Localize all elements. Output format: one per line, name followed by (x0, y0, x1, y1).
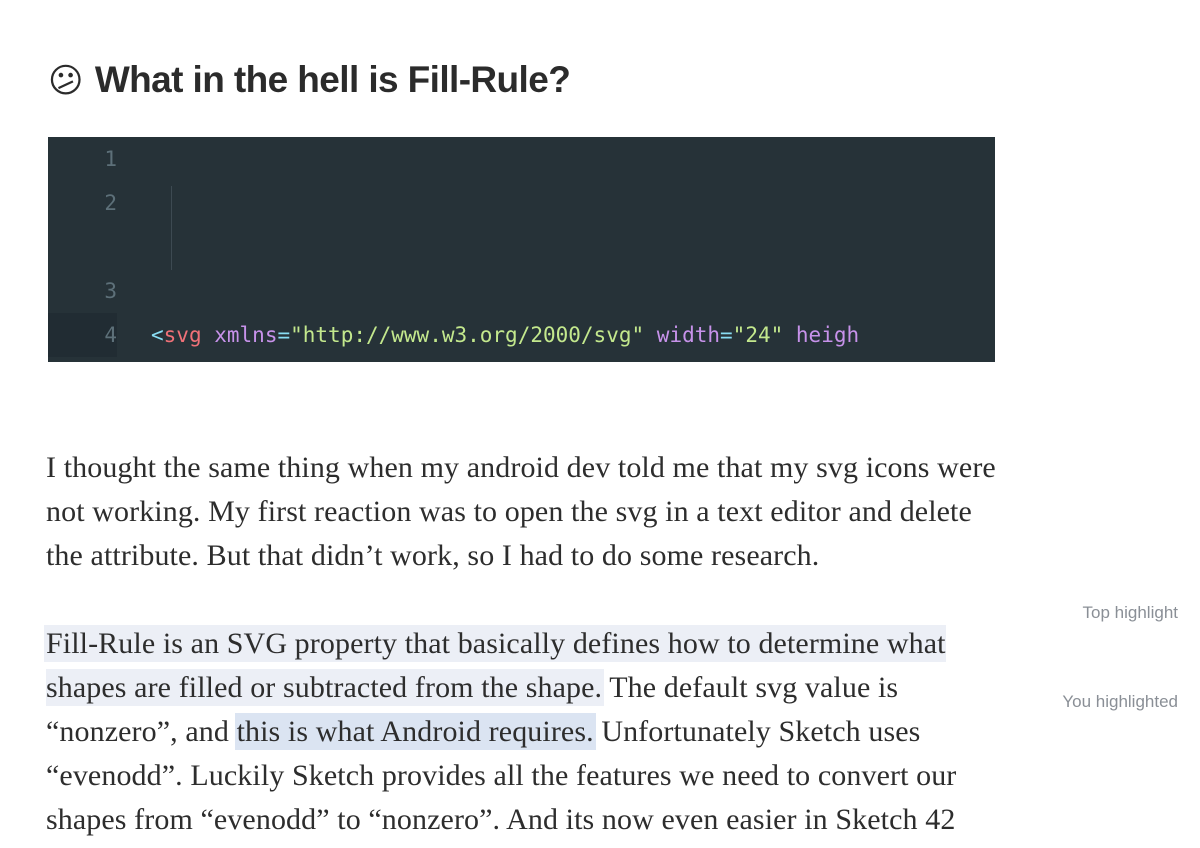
code-token-eq: = (720, 323, 733, 347)
page-title: 😕 What in the hell is Fill-Rule? (48, 55, 1048, 105)
paragraph-fill-rule-explanation: Fill-Rule is an SVG property that basica… (46, 622, 996, 842)
code-content[interactable]: <svg xmlns="http://www.w3.org/2000/svg" … (139, 137, 995, 362)
page-title-text: What in the hell is Fill-Rule? (94, 58, 571, 100)
indent-guide (171, 186, 172, 270)
line-number-active: 4 (48, 313, 117, 357)
line-number-wrapped-spacer (48, 225, 117, 269)
code-token-string: "http://www.w3.org/2000/svg" (290, 323, 645, 347)
code-token-tag: svg (163, 323, 202, 347)
code-token-attr-clipped: heigh (795, 323, 860, 347)
code-line-number-gutter: 1 2 3 4 (48, 137, 139, 362)
confused-face-emoji: 😕 (48, 61, 83, 100)
top-highlight-label: Top highlight (1082, 603, 1178, 622)
you-highlighted-label: You highlighted (1062, 692, 1178, 711)
line-number: 3 (104, 279, 117, 303)
code-token-eq: = (277, 323, 291, 347)
line-number: 1 (104, 147, 117, 171)
code-token-attr: width (656, 323, 721, 347)
code-line-1: <svg xmlns="http://www.w3.org/2000/svg" … (151, 313, 995, 357)
code-token-attr: xmlns (214, 323, 278, 347)
line-number: 2 (104, 191, 117, 215)
code-token-punct: < (151, 323, 164, 347)
article-page: 😕 What in the hell is Fill-Rule? 1 2 3 4… (0, 0, 1200, 848)
code-token-string: "24" (732, 323, 784, 347)
you-highlight-span[interactable]: this is what Android requires. (236, 715, 594, 748)
code-block[interactable]: 1 2 3 4 <svg xmlns="http://www.w3.org/20… (48, 137, 995, 362)
paragraph-intro: I thought the same thing when my android… (46, 451, 996, 572)
